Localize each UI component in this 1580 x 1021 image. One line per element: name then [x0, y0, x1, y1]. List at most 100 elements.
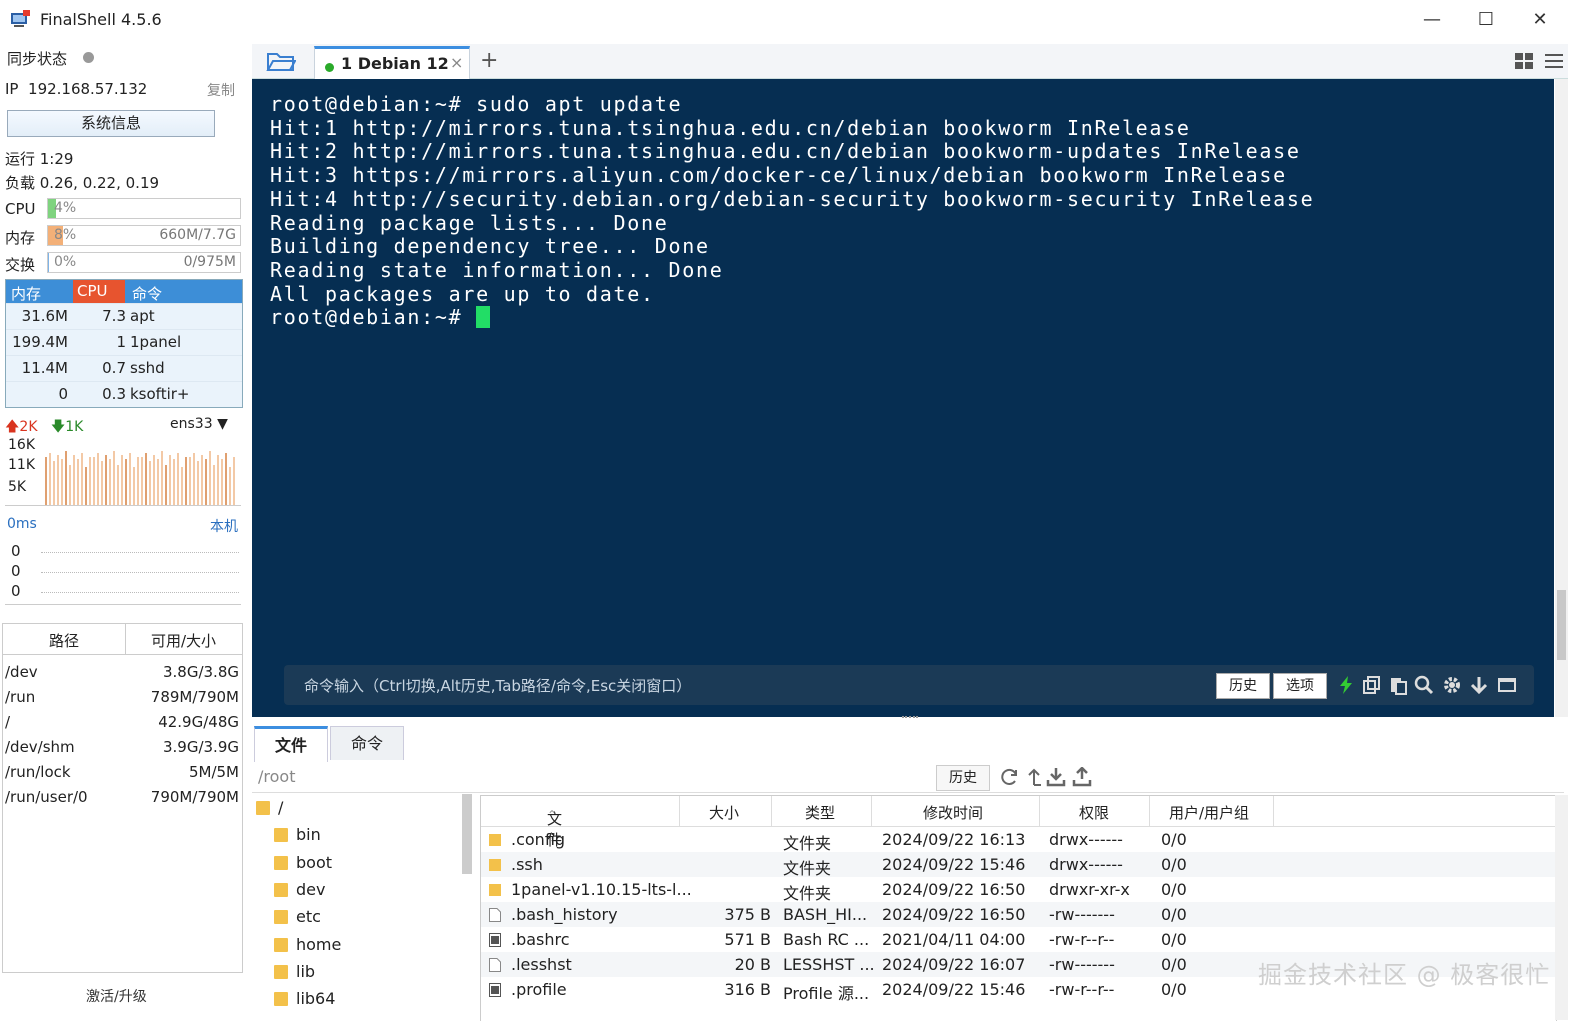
process-row[interactable]: 31.6M 7.3 apt: [6, 303, 242, 329]
tree-scrollbar[interactable]: [462, 794, 472, 874]
net-bar: [213, 465, 215, 505]
terminal[interactable]: root@debian:~# sudo apt update Hit:1 http…: [252, 79, 1554, 717]
minimize-button[interactable]: —: [1407, 6, 1457, 34]
tree-item[interactable]: etc: [274, 907, 321, 933]
tree-item[interactable]: bin: [274, 825, 321, 851]
terminal-scrollbar-thumb[interactable]: [1557, 590, 1566, 660]
tree-item-label: etc: [296, 907, 321, 927]
tree-item-label: dev: [296, 879, 326, 899]
file-type: 文件夹: [783, 859, 832, 878]
copy-ip-button[interactable]: 复制: [207, 80, 235, 100]
file-row[interactable]: .ssh 文件夹 2024/09/22 15:46 drwx------ 0/0: [481, 852, 1556, 878]
window-icon[interactable]: [1497, 675, 1517, 695]
file-permission: -rw-r--r--: [1049, 930, 1115, 949]
file-row[interactable]: .bash_history 375 B BASH_HI... 2024/09/2…: [481, 902, 1556, 927]
file-row[interactable]: .config 文件夹 2024/09/22 16:13 drwx------ …: [481, 827, 1556, 853]
file-row[interactable]: .bashrc 571 B Bash RC ... 2021/04/11 04:…: [481, 927, 1556, 952]
disk-path: /dev/shm: [5, 738, 75, 756]
disk-size: 3.8G/3.8G: [162, 663, 239, 681]
latency-host[interactable]: 本机: [210, 516, 238, 536]
swap-meter: 0% 0/975M: [47, 252, 241, 273]
command-input[interactable]: 命令输入（Ctrl切换,Alt历史,Tab路径/命令,Esc关闭窗口）: [304, 675, 691, 696]
col-cmd[interactable]: 命令: [132, 283, 162, 304]
disk-path: /run: [5, 688, 36, 706]
tree-item[interactable]: home: [274, 935, 341, 961]
disk-row[interactable]: /run/user/0 790M/790M: [3, 784, 242, 809]
latency-chart: 0 0 0: [5, 534, 241, 605]
disk-row[interactable]: / 42.9G/48G: [3, 709, 242, 734]
disk-row[interactable]: /dev 3.8G/3.8G: [3, 659, 242, 684]
disk-path: /run/user/0: [5, 788, 88, 806]
grid-view-icon[interactable]: [1514, 52, 1534, 70]
menu-icon[interactable]: [1544, 52, 1564, 70]
search-icon[interactable]: [1414, 675, 1434, 695]
folder-icon: [274, 855, 288, 870]
net-bar: [229, 467, 231, 505]
close-window-button[interactable]: ✕: [1515, 6, 1565, 34]
file-list-scrollbar[interactable]: [1555, 795, 1568, 1020]
file-mtime: 2024/09/22 16:50: [882, 905, 1026, 924]
process-row[interactable]: 199.4M 1 1panel: [6, 329, 242, 355]
net-bar: [101, 461, 103, 505]
col-mem[interactable]: 内存: [11, 283, 41, 304]
tree-item[interactable]: /: [256, 798, 283, 824]
ip-address: 192.168.57.132: [28, 80, 148, 98]
history-button[interactable]: 历史: [1216, 673, 1270, 699]
col-owner[interactable]: 用户/用户组: [1169, 802, 1249, 823]
tree-item[interactable]: lib64: [274, 989, 335, 1015]
paste-icon[interactable]: [1388, 675, 1408, 695]
command-input-bar[interactable]: 命令输入（Ctrl切换,Alt历史,Tab路径/命令,Esc关闭窗口） 历史 选…: [284, 665, 1534, 705]
net-bar: [61, 459, 63, 505]
net-tick: 5K: [8, 479, 27, 495]
disk-row[interactable]: /run 789M/790M: [3, 684, 242, 709]
gear-icon[interactable]: [1442, 675, 1462, 695]
tree-item[interactable]: dev: [274, 880, 325, 906]
mem-percent: 8%: [54, 227, 77, 243]
terminal-prompt-line: root@debian:~#: [270, 305, 1314, 330]
col-path[interactable]: 路径: [49, 630, 79, 651]
folder-icon: [274, 828, 288, 843]
col-size[interactable]: 可用/大小: [151, 630, 216, 651]
col-mtime[interactable]: 修改时间: [923, 802, 983, 823]
net-bar: [109, 459, 111, 505]
download-speed: 1K: [65, 419, 84, 435]
disk-row[interactable]: /dev/shm 3.9G/3.9G: [3, 734, 242, 759]
col-cpu[interactable]: CPU: [73, 280, 125, 303]
download-icon[interactable]: [1046, 767, 1066, 787]
process-row[interactable]: 0 0.3 ksoftir+: [6, 381, 242, 407]
col-size[interactable]: 大小: [709, 802, 739, 823]
path-history-button[interactable]: 历史: [936, 765, 990, 791]
tab-commands[interactable]: 命令: [330, 726, 404, 760]
refresh-icon[interactable]: [1000, 767, 1020, 787]
copy-icon[interactable]: [1362, 675, 1382, 695]
maximize-button[interactable]: ☐: [1461, 6, 1511, 34]
open-folder-icon[interactable]: [266, 50, 296, 72]
parent-dir-icon[interactable]: [1026, 767, 1042, 787]
file-name: 1panel-v1.10.15-lts-l...: [511, 880, 692, 899]
net-bar: [137, 457, 139, 505]
path-input[interactable]: /root: [258, 767, 295, 786]
tab-files[interactable]: 文件: [254, 726, 328, 762]
disk-row[interactable]: /run/lock 5M/5M: [3, 759, 242, 784]
upload-icon[interactable]: [1072, 767, 1092, 787]
add-tab-button[interactable]: +: [480, 48, 498, 73]
tab-label: 1 Debian 12: [341, 54, 449, 73]
col-permission[interactable]: 权限: [1079, 802, 1109, 823]
system-info-button[interactable]: 系统信息: [7, 110, 215, 137]
process-row[interactable]: 11.4M 0.7 sshd: [6, 355, 242, 381]
terminal-line: Building dependency tree... Done: [270, 234, 710, 259]
net-bar: [157, 459, 159, 505]
file-row[interactable]: 1panel-v1.10.15-lts-l... 文件夹 2024/09/22 …: [481, 877, 1556, 903]
tab-debian-12[interactable]: 1 Debian 12 ×: [314, 46, 470, 80]
options-button[interactable]: 选项: [1273, 673, 1327, 699]
col-type[interactable]: 类型: [805, 802, 835, 823]
download-arrow-icon[interactable]: [1469, 675, 1489, 695]
interface-select[interactable]: ens33 ▼: [170, 416, 228, 432]
lightning-icon[interactable]: [1336, 675, 1356, 695]
close-tab-icon[interactable]: ×: [450, 53, 463, 72]
file-permission: drwx------: [1049, 830, 1123, 849]
disk-size: 790M/790M: [150, 788, 239, 806]
tree-item[interactable]: boot: [274, 853, 332, 879]
activate-upgrade-link[interactable]: 激活/升级: [86, 986, 147, 1006]
tree-item[interactable]: lib: [274, 962, 315, 988]
